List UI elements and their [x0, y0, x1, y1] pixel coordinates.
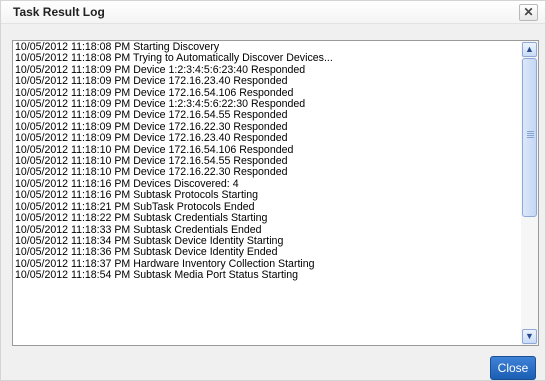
scroll-down-arrow-icon[interactable]: ▼ — [522, 329, 537, 344]
log-line: 10/05/2012 11:18:36 PM Subtask Device Id… — [15, 246, 278, 259]
scroll-up-arrow-icon[interactable]: ▲ — [522, 42, 537, 57]
dialog-title: Task Result Log — [13, 5, 105, 19]
log-lines: 10/05/2012 11:18:08 PM Starting Discover… — [15, 41, 523, 282]
log-line: 10/05/2012 11:18:16 PM Subtask Protocols… — [15, 189, 259, 202]
log-line: 10/05/2012 11:18:09 PM Device 172.16.23.… — [15, 75, 288, 88]
thumb-grip-icon — [527, 131, 534, 139]
log-line: 10/05/2012 11:18:22 PM Subtask Credentia… — [15, 212, 268, 225]
vertical-scrollbar[interactable]: ▲ ▼ — [521, 41, 538, 345]
scrollbar-thumb[interactable] — [522, 58, 537, 217]
dialog-titlebar: Task Result Log ✕ — [1, 1, 545, 24]
close-icon[interactable]: ✕ — [519, 4, 538, 21]
log-line: 10/05/2012 11:18:54 PM Subtask Media Por… — [15, 269, 299, 282]
log-line: 10/05/2012 11:18:09 PM Device 172.16.23.… — [15, 132, 288, 145]
close-button[interactable]: Close — [490, 356, 536, 380]
log-textarea[interactable]: 10/05/2012 11:18:08 PM Starting Discover… — [12, 40, 539, 346]
task-result-log-dialog: Task Result Log ✕ 10/05/2012 11:18:08 PM… — [0, 0, 546, 381]
